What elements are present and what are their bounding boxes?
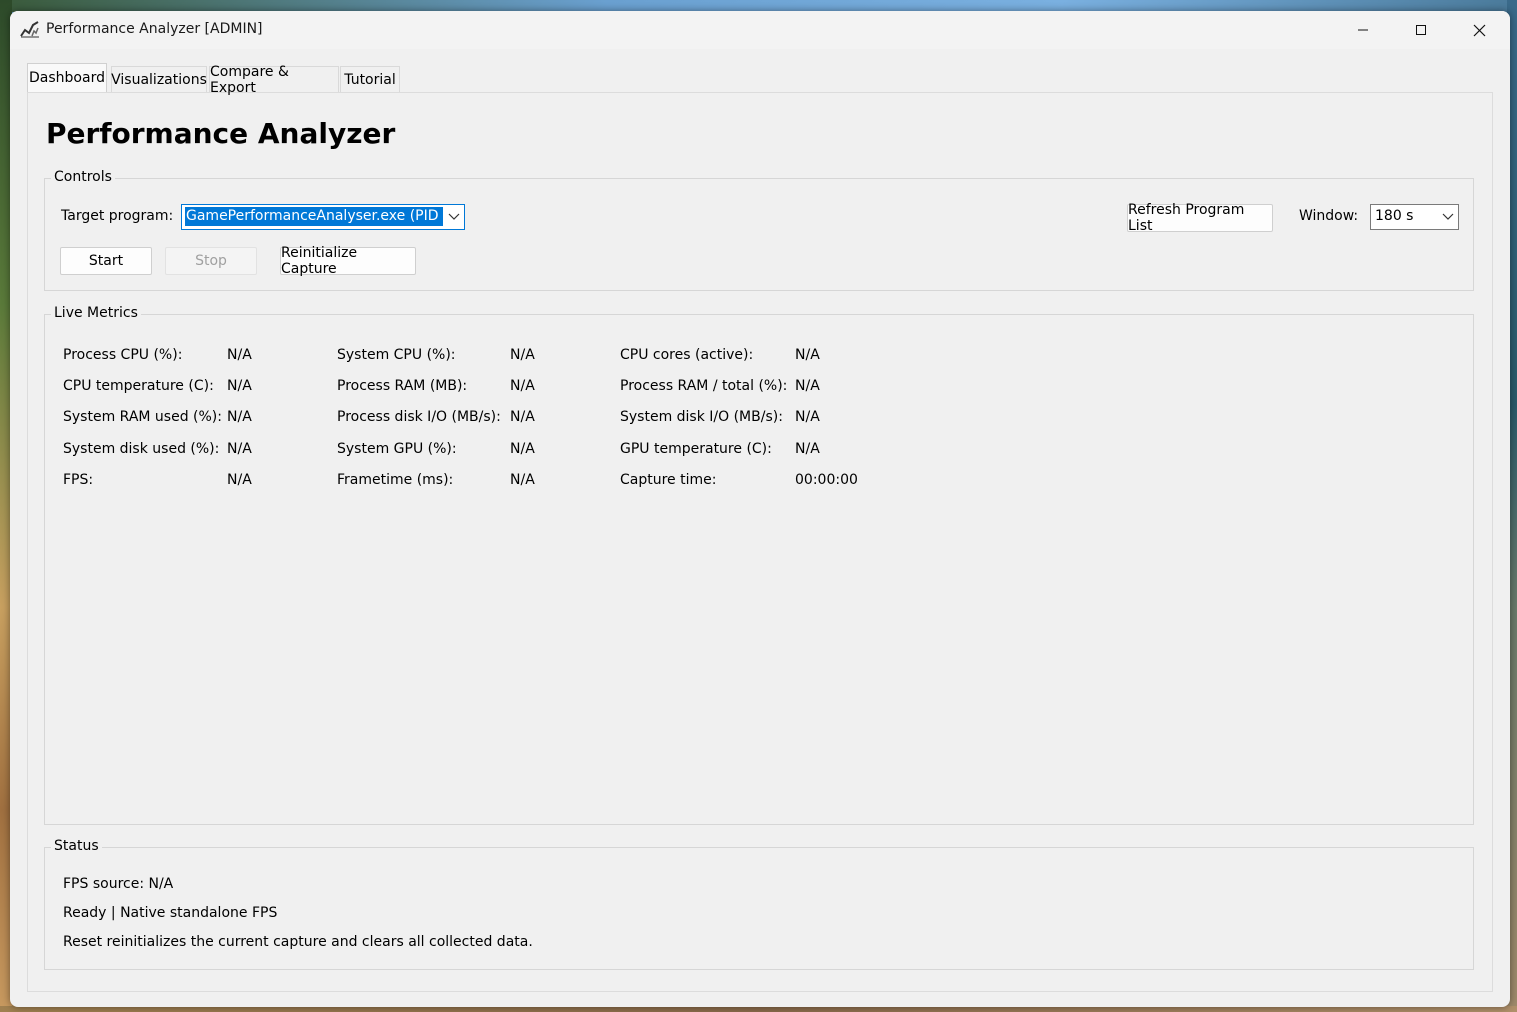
- reinitialize-capture-button[interactable]: Reinitialize Capture: [280, 245, 416, 277]
- metric-process-ram-total-value: N/A: [795, 378, 820, 394]
- metric-gpu-temp-value: N/A: [795, 441, 820, 457]
- metric-capture-time-value: 00:00:00: [795, 472, 858, 488]
- chart-line-icon: [20, 21, 39, 38]
- status-reset-note: Reset reinitializes the current capture …: [63, 934, 533, 950]
- status-ready: Ready | Native standalone FPS: [63, 905, 278, 921]
- metric-fps-label: FPS:: [63, 472, 94, 488]
- metric-cpu-cores-value: N/A: [795, 347, 820, 363]
- close-button[interactable]: [1450, 11, 1508, 49]
- tab-tutorial[interactable]: Tutorial: [340, 66, 400, 92]
- metric-system-disk-io-label: System disk I/O (MB/s):: [620, 409, 783, 425]
- maximize-icon: [1416, 25, 1426, 35]
- window-value: 180 s: [1375, 208, 1414, 224]
- metric-gpu-temp-label: GPU temperature (C):: [620, 441, 772, 457]
- metric-system-cpu-label: System CPU (%):: [337, 347, 456, 363]
- metric-system-ram-value: N/A: [227, 409, 252, 425]
- metric-process-ram-total-label: Process RAM / total (%):: [620, 378, 788, 394]
- refresh-program-list-button[interactable]: Refresh Program List: [1127, 202, 1273, 234]
- tab-visualizations[interactable]: Visualizations: [111, 66, 207, 92]
- metric-system-ram-label: System RAM used (%):: [63, 409, 222, 425]
- metric-fps-value: N/A: [227, 472, 252, 488]
- tab-dashboard[interactable]: Dashboard: [27, 63, 107, 92]
- chevron-down-icon: [1442, 213, 1454, 220]
- stop-button[interactable]: Stop: [165, 247, 257, 275]
- start-button[interactable]: Start: [60, 247, 152, 275]
- controls-group-label: Controls: [51, 169, 115, 185]
- metric-capture-time-label: Capture time:: [620, 472, 717, 488]
- metric-process-cpu-label: Process CPU (%):: [63, 347, 183, 363]
- title-bar[interactable]: Performance Analyzer [ADMIN]: [10, 11, 1510, 49]
- tab-compare-export[interactable]: Compare & Export: [209, 64, 339, 96]
- metric-process-ram-label: Process RAM (MB):: [337, 378, 468, 394]
- metric-process-disk-label: Process disk I/O (MB/s):: [337, 409, 501, 425]
- target-program-label: Target program:: [61, 208, 174, 224]
- minimize-button[interactable]: [1334, 11, 1392, 49]
- live-metrics-group-label: Live Metrics: [51, 305, 141, 321]
- status-group-label: Status: [51, 838, 102, 854]
- target-program-value: GamePerformanceAnalyser.exe (PID 78: [185, 207, 443, 226]
- minimize-icon: [1358, 29, 1368, 31]
- metric-cpu-temp-value: N/A: [227, 378, 252, 394]
- metric-process-cpu-value: N/A: [227, 347, 252, 363]
- window-title: Performance Analyzer [ADMIN]: [46, 21, 263, 37]
- metric-system-disk-used-value: N/A: [227, 441, 252, 457]
- page-title: Performance Analyzer: [46, 117, 396, 150]
- metric-system-gpu-label: System GPU (%):: [337, 441, 457, 457]
- metric-process-disk-value: N/A: [510, 409, 535, 425]
- window-select[interactable]: 180 s: [1370, 204, 1459, 230]
- chevron-down-icon: [448, 213, 460, 220]
- metric-system-disk-io-value: N/A: [795, 409, 820, 425]
- status-fps-source: FPS source: N/A: [63, 876, 174, 892]
- metric-frametime-label: Frametime (ms):: [337, 472, 454, 488]
- app-window: Performance Analyzer [ADMIN] Dashboard V…: [10, 11, 1510, 1007]
- metric-cpu-cores-label: CPU cores (active):: [620, 347, 754, 363]
- metric-system-cpu-value: N/A: [510, 347, 535, 363]
- metric-system-gpu-value: N/A: [510, 441, 535, 457]
- maximize-button[interactable]: [1392, 11, 1450, 49]
- metric-process-ram-value: N/A: [510, 378, 535, 394]
- metric-cpu-temp-label: CPU temperature (C):: [63, 378, 214, 394]
- metric-system-disk-used-label: System disk used (%):: [63, 441, 220, 457]
- controls-group: [44, 178, 1474, 291]
- metric-frametime-value: N/A: [510, 472, 535, 488]
- window-label: Window:: [1299, 208, 1359, 224]
- close-icon: [1473, 24, 1485, 36]
- target-program-select[interactable]: GamePerformanceAnalyser.exe (PID 78: [181, 204, 465, 230]
